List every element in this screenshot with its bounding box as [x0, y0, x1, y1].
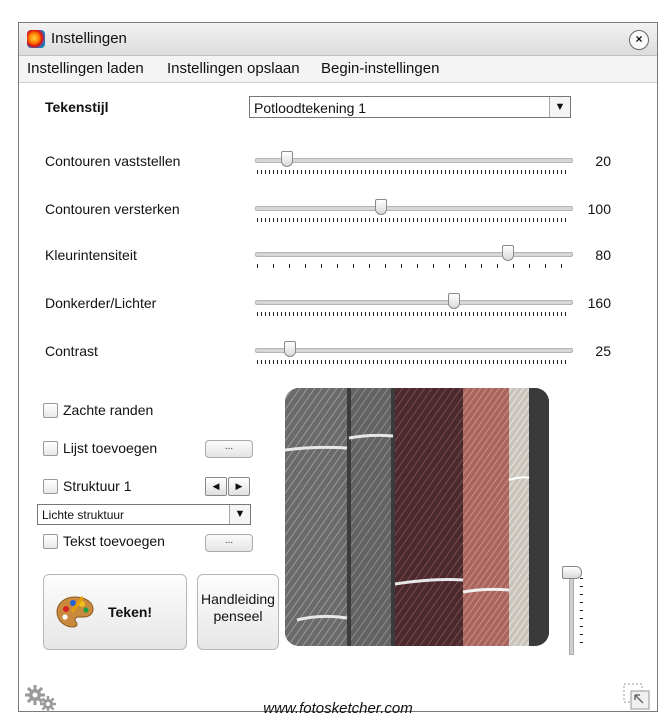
- menu-load-settings[interactable]: Instellingen laden: [27, 60, 144, 77]
- slider-ticks: [257, 312, 569, 316]
- text-options-button[interactable]: ...: [205, 534, 253, 552]
- slider-label-contour-strengthen: Contouren versterken: [45, 201, 180, 217]
- slider-track: [255, 158, 573, 163]
- structure-prev-button[interactable]: ◀: [205, 477, 227, 496]
- add-text-checkbox[interactable]: [43, 534, 58, 549]
- slider-thumb[interactable]: [280, 151, 293, 167]
- soft-edges-checkbox[interactable]: [43, 403, 58, 418]
- slider-value-darker-lighter: 160: [587, 295, 611, 311]
- add-frame-label: Lijst toevoegen: [63, 440, 158, 456]
- slider-label-darker-lighter: Donkerder/Lichter: [45, 295, 157, 311]
- slider-thumb[interactable]: [283, 341, 296, 357]
- website-link[interactable]: www.fotosketcher.com: [19, 700, 657, 717]
- slider-darker-lighter[interactable]: [255, 293, 573, 317]
- add-frame-checkbox[interactable]: [43, 441, 58, 456]
- settings-window: Instellingen × Instellingen laden Instel…: [18, 22, 658, 717]
- slider-value-color-intensity: 80: [595, 247, 611, 263]
- chevron-down-icon[interactable]: ▼: [229, 505, 250, 524]
- slider-ticks: [257, 360, 569, 364]
- slider-label-contrast: Contrast: [45, 343, 98, 359]
- menu-default-settings[interactable]: Begin-instellingen: [321, 60, 439, 77]
- structure-next-button[interactable]: ▶: [228, 477, 250, 496]
- close-icon[interactable]: ×: [629, 30, 649, 50]
- resize-icon[interactable]: [623, 683, 651, 711]
- gear-icon[interactable]: [25, 685, 61, 713]
- slider-ticks: [257, 170, 569, 174]
- style-label: Tekenstijl: [45, 99, 109, 115]
- slider-ticks: [257, 264, 569, 268]
- brush-manual-button[interactable]: Handleiding penseel: [197, 574, 279, 650]
- zoom-slider-ticks: [580, 578, 583, 650]
- draw-button[interactable]: Teken!: [43, 574, 187, 650]
- slider-contour-strengthen[interactable]: [255, 199, 573, 223]
- zoom-slider-track[interactable]: [569, 573, 574, 655]
- app-icon: [27, 30, 45, 48]
- slider-track: [255, 252, 573, 257]
- slider-thumb[interactable]: [448, 293, 461, 309]
- slider-label-contour-detect: Contouren vaststellen: [45, 153, 181, 169]
- chevron-down-icon[interactable]: ▼: [549, 97, 570, 117]
- slider-thumb[interactable]: [375, 199, 388, 215]
- slider-track: [255, 300, 573, 305]
- slider-value-contrast: 25: [595, 343, 611, 359]
- style-select-value: Potloodtekening 1: [254, 100, 367, 116]
- structure-checkbox[interactable]: [43, 479, 58, 494]
- soft-edges-label: Zachte randen: [63, 402, 154, 418]
- structure-type-select[interactable]: Lichte struktuur ▼: [37, 504, 251, 525]
- slider-color-intensity[interactable]: [255, 245, 573, 269]
- slider-value-contour-strengthen: 100: [587, 201, 611, 217]
- structure-type-value: Lichte struktuur: [42, 508, 125, 522]
- settings-content: Tekenstijl Potloodtekening 1 ▼ Contouren…: [19, 83, 657, 717]
- draw-button-label: Teken!: [108, 604, 153, 620]
- title-bar: Instellingen ×: [19, 23, 657, 56]
- add-text-label: Tekst toevoegen: [63, 533, 165, 549]
- style-select[interactable]: Potloodtekening 1 ▼: [249, 96, 571, 118]
- zoom-slider-thumb[interactable]: [562, 566, 582, 579]
- window-title: Instellingen: [51, 30, 127, 47]
- frame-options-button[interactable]: ...: [205, 440, 253, 458]
- structure-label: Struktuur 1: [63, 478, 132, 494]
- slider-contrast[interactable]: [255, 341, 573, 365]
- preview-image: [285, 388, 549, 646]
- slider-label-color-intensity: Kleurintensiteit: [45, 247, 137, 263]
- slider-value-contour-detect: 20: [595, 153, 611, 169]
- slider-ticks: [257, 218, 569, 222]
- menu-bar: Instellingen laden Instellingen opslaan …: [19, 56, 657, 83]
- slider-thumb[interactable]: [501, 245, 514, 261]
- slider-contour-detect[interactable]: [255, 151, 573, 175]
- palette-icon: [56, 596, 94, 628]
- menu-save-settings[interactable]: Instellingen opslaan: [167, 60, 300, 77]
- slider-track: [255, 206, 573, 211]
- brush-manual-label: Handleiding penseel: [201, 591, 275, 624]
- preview-sketch: [285, 388, 549, 646]
- slider-track: [255, 348, 573, 353]
